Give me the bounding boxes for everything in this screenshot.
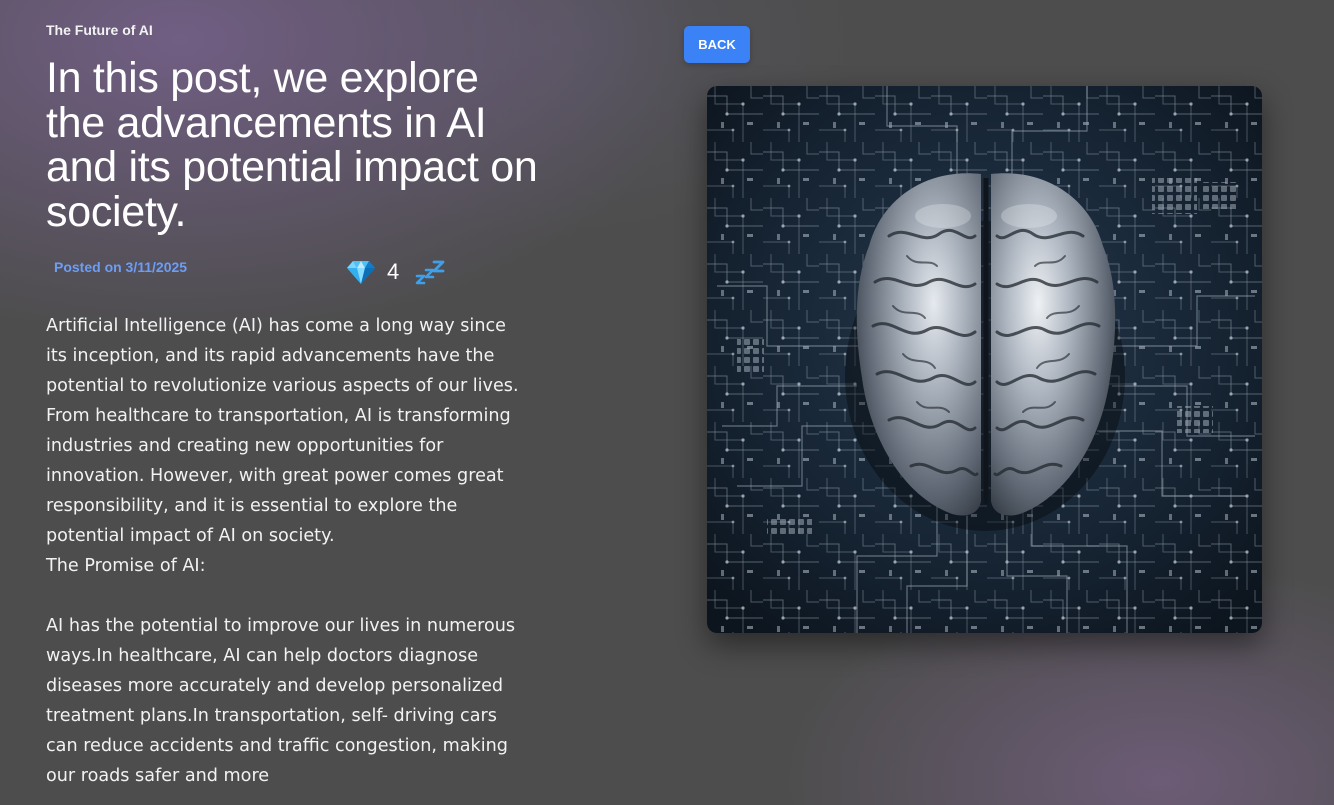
paragraph-intro: Artificial Intelligence (AI) has come a …: [46, 316, 519, 546]
paragraph-promise: AI has the potential to improve our live…: [46, 616, 516, 786]
section-heading-promise: The Promise of AI:: [46, 556, 206, 576]
zzz-icon[interactable]: [415, 259, 445, 285]
reaction-count: 4: [387, 259, 400, 284]
back-button[interactable]: BACK: [684, 26, 750, 63]
reaction-bar: 4: [346, 256, 445, 288]
post-category: The Future of AI: [46, 22, 153, 38]
post-title: In this post, we explore the advancement…: [46, 54, 538, 236]
article-body: Artificial Intelligence (AI) has come a …: [46, 311, 532, 791]
gem-icon[interactable]: [346, 259, 376, 285]
hero-image: [707, 86, 1262, 633]
post-date: Posted on 3/11/2025: [54, 259, 188, 275]
